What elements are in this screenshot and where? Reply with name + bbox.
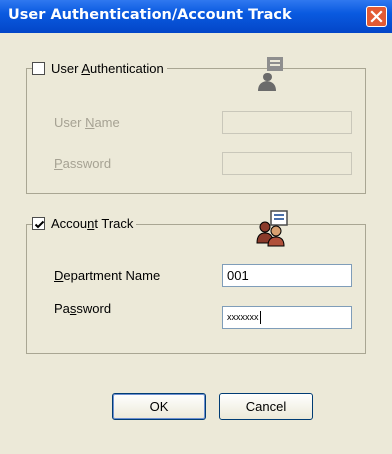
dialog-window: User Authentication/Account Track User A… xyxy=(0,0,392,454)
account-password-label: Password xyxy=(54,301,112,316)
account-password-field[interactable]: xxxxxxx xyxy=(222,306,352,329)
account-track-group xyxy=(26,224,366,354)
user-password-label: Password xyxy=(54,156,112,171)
cancel-button[interactable]: Cancel xyxy=(219,393,313,420)
close-icon xyxy=(370,10,383,23)
user-card-icon xyxy=(258,57,283,91)
user-authentication-label: User Authentication xyxy=(51,61,164,76)
window-title: User Authentication/Account Track xyxy=(8,7,292,23)
text-caret xyxy=(259,311,261,325)
user-password-field[interactable] xyxy=(222,152,352,175)
checkmark-icon xyxy=(34,220,45,229)
account-track-checkbox-row[interactable]: Account Track xyxy=(32,216,137,231)
users-card-icon xyxy=(256,210,288,247)
account-track-label: Account Track xyxy=(51,216,134,231)
account-track-checkbox[interactable] xyxy=(32,217,45,230)
account-password-value: xxxxxxx xyxy=(227,312,259,322)
user-name-field[interactable] xyxy=(222,111,352,134)
close-button[interactable] xyxy=(366,6,387,27)
ok-button[interactable]: OK xyxy=(112,393,206,420)
user-authentication-checkbox-row[interactable]: User Authentication xyxy=(32,61,167,76)
department-name-field[interactable]: 001 xyxy=(222,264,352,287)
user-name-label: User Name xyxy=(54,115,120,130)
user-authentication-checkbox[interactable] xyxy=(32,62,45,75)
title-bar[interactable]: User Authentication/Account Track xyxy=(0,0,392,33)
department-name-label: Department Name xyxy=(54,268,161,283)
